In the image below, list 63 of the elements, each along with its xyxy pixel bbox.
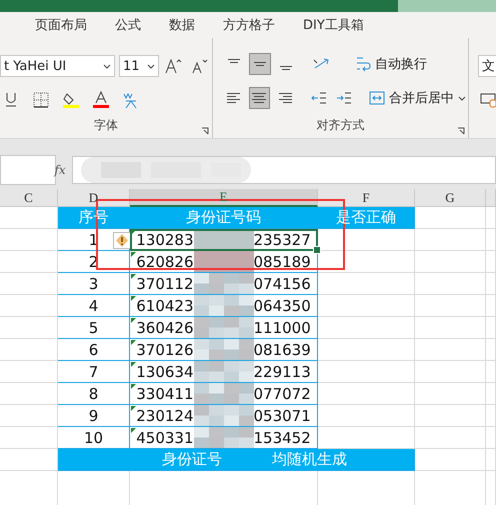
merge-icon: [368, 91, 385, 105]
align-center-icon[interactable]: [248, 87, 270, 109]
search-field[interactable]: [398, 0, 496, 12]
ribbon-tab[interactable]: 页面布局: [35, 16, 87, 34]
id-cell[interactable]: 130634 229113: [130, 361, 318, 383]
ribbon-tab[interactable]: 方方格子: [223, 16, 275, 34]
mosaic-drawing: [194, 273, 254, 294]
table-cell: 1: [88, 230, 98, 248]
mosaic-drawing: [194, 339, 254, 360]
mosaic-drawing: [194, 251, 254, 272]
id-cell[interactable]: 610423 064350: [130, 295, 318, 317]
column-header[interactable]: F: [318, 189, 415, 207]
footer-note: 身份证号 均随机生成: [58, 449, 415, 471]
id-cell[interactable]: 370112 074156: [130, 273, 318, 295]
ribbon-tab[interactable]: DIY工具箱: [303, 16, 364, 34]
table-cell: 10: [84, 428, 104, 446]
id-cell[interactable]: 360426 111000: [130, 317, 318, 339]
mosaic-drawing: [194, 383, 254, 404]
merge-center-button[interactable]: 合并后居中: [366, 87, 468, 109]
table-cell: 4: [88, 296, 98, 314]
font-color-icon[interactable]: [90, 89, 112, 111]
fx-label[interactable]: fx: [48, 163, 72, 177]
ribbon-tab[interactable]: 公式: [115, 16, 141, 34]
table-cell: 7: [88, 362, 98, 380]
group-label: 对齐方式: [316, 117, 366, 134]
table-header-cell: 身份证号码: [130, 207, 318, 229]
align-middle-icon[interactable]: [249, 53, 271, 75]
table-cell: 9: [88, 406, 98, 424]
formula-field[interactable]: [72, 156, 496, 184]
dialog-launcher-icon[interactable]: [201, 127, 209, 135]
column-header[interactable]: C: [0, 189, 58, 207]
caret-icon: [103, 64, 111, 68]
mosaic-drawing: [194, 427, 254, 448]
fill-handle[interactable]: [313, 246, 321, 254]
table-cell: 6: [88, 340, 98, 358]
mosaic-drawing: [194, 229, 254, 250]
caret-icon: [147, 64, 155, 68]
id-cell[interactable]: 230124 053071: [130, 405, 318, 427]
warning-icon[interactable]: [113, 232, 131, 249]
wrap-text-button[interactable]: 自动换行: [353, 53, 429, 75]
id-cell[interactable]: 330411 077072: [130, 383, 318, 405]
number-format-field[interactable]: 文: [478, 55, 496, 77]
id-cell[interactable]: 620826 085189: [130, 251, 318, 273]
id-cell[interactable]: 450331 153452: [130, 427, 318, 449]
column-header[interactable]: D: [58, 189, 130, 207]
font-name-field[interactable]: t YaHei UI: [0, 55, 115, 77]
table-cell: 8: [88, 384, 98, 402]
id-cell[interactable]: 370126 081639: [130, 339, 318, 361]
table-cell: 5: [88, 318, 98, 336]
mosaic-drawing: [194, 295, 254, 316]
mosaic-drawing: [194, 361, 254, 382]
mosaic-drawing: [194, 405, 254, 426]
dialog-launcher-icon[interactable]: [457, 127, 465, 135]
column-header[interactable]: G: [415, 189, 486, 207]
table-cell: 3: [88, 274, 98, 292]
ribbon-tab[interactable]: 数据: [169, 16, 195, 34]
mosaic-drawing: [194, 317, 254, 338]
group-label: 字体: [93, 117, 119, 134]
id-cell[interactable]: 130283 235327: [130, 229, 318, 251]
wrap-icon: [355, 56, 371, 72]
caret-icon: [458, 96, 466, 100]
font-size-field[interactable]: 11: [119, 55, 159, 77]
column-header[interactable]: [486, 189, 496, 207]
